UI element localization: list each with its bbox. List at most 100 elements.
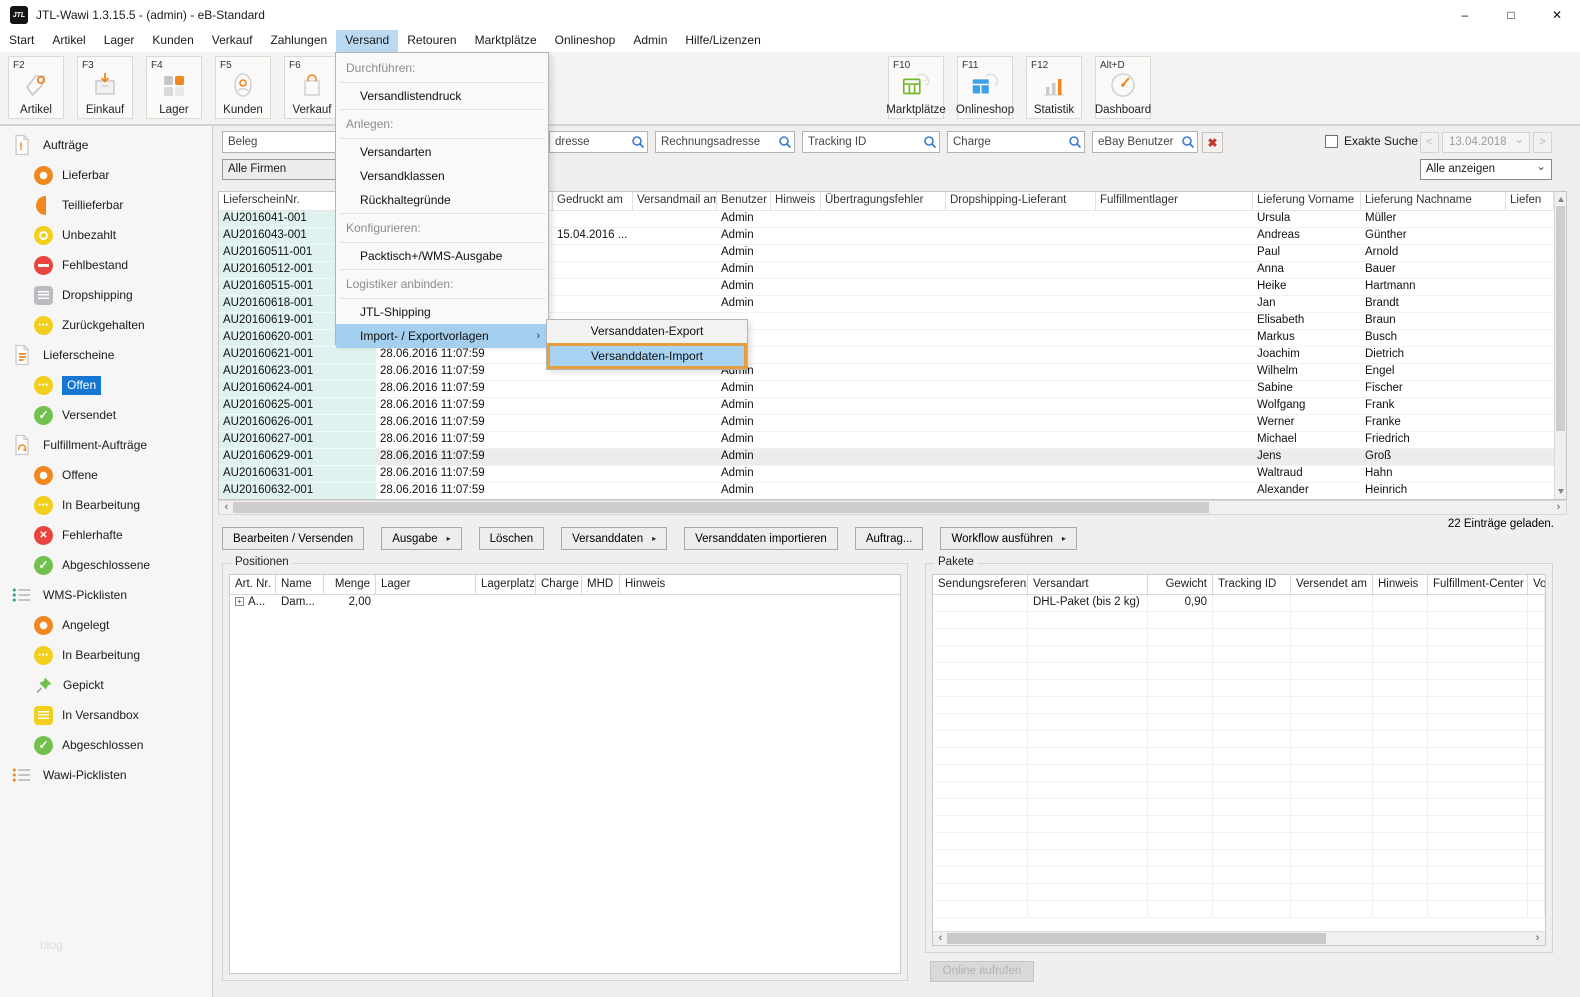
menu-item-versandklassen[interactable]: Versandklassen [336, 164, 548, 188]
table-row[interactable]: AU20160623-00128.06.2016 11:07:59AdminWi… [219, 364, 1554, 381]
toolbar-button-statistik[interactable]: F12Statistik [1026, 56, 1082, 119]
menubar-item-start[interactable]: Start [0, 30, 43, 52]
sidebar-item-abgeschlossene[interactable]: Abgeschlossene [0, 550, 212, 580]
toolbar-button-artikel[interactable]: F2Artikel [8, 56, 64, 119]
vertical-scrollbar-thumb[interactable] [1556, 206, 1565, 431]
positionen-column-lagerplatz[interactable]: Lagerplatz [476, 575, 536, 594]
exakte-suche-checkbox[interactable] [1325, 135, 1338, 148]
column-header-lieferung-vorname[interactable]: Lieferung Vorname [1253, 192, 1361, 210]
positionen-column-charge[interactable]: Charge [536, 575, 582, 594]
action-button-ausgabe[interactable]: Ausgabe▸ [381, 527, 461, 550]
action-button-auftrag[interactable]: Auftrag... [855, 527, 924, 550]
toolbar-button-kunden[interactable]: F5Kunden [215, 56, 271, 119]
minimize-button[interactable]: – [1442, 0, 1488, 30]
toolbar-button-dashboard[interactable]: Alt+DDashboard [1095, 56, 1151, 119]
scroll-left-icon[interactable]: ‹ [934, 932, 947, 945]
sidebar-item-lieferbar[interactable]: Lieferbar [0, 160, 212, 190]
sidebar-item-versendet[interactable]: Versendet [0, 400, 212, 430]
menu-item-rückhaltegründe[interactable]: Rückhaltegründe [336, 188, 548, 212]
sidebar-item-unbezahlt[interactable]: Unbezahlt [0, 220, 212, 250]
menu-item-packtisch-wms-ausgabe[interactable]: Packtisch+/WMS-Ausgabe [336, 244, 548, 268]
date-filter-dropdown[interactable]: 13.04.2018 [1442, 132, 1530, 153]
menubar-item-artikel[interactable]: Artikel [43, 30, 94, 52]
toolbar-button-onlineshop[interactable]: F11Onlineshop [957, 56, 1013, 119]
column-header-versandmail-am[interactable]: Versandmail am [633, 192, 717, 210]
pakete-column-sendungsreferenz[interactable]: Sendungsreferenz [933, 575, 1028, 594]
pakete-row[interactable]: DHL-Paket (bis 2 kg)0,90 [933, 595, 1545, 612]
positionen-column-name[interactable]: Name [276, 575, 324, 594]
sidebar-item-in-bearbeitung[interactable]: In Bearbeitung [0, 640, 212, 670]
table-row[interactable]: AU20160627-00128.06.2016 11:07:59AdminMi… [219, 432, 1554, 449]
action-button-löschen[interactable]: Löschen [479, 527, 544, 550]
menubar-item-retouren[interactable]: Retouren [398, 30, 465, 52]
scroll-down-icon[interactable] [1558, 489, 1564, 494]
clear-filters-button[interactable]: ✖ [1202, 132, 1223, 153]
table-row[interactable]: AU20160625-00128.06.2016 11:07:59AdminWo… [219, 398, 1554, 415]
sidebar-item-in-versandbox[interactable]: In Versandbox [0, 700, 212, 730]
submenu-item-versanddaten-import[interactable]: Versanddaten-Import [547, 343, 747, 369]
scroll-right-icon[interactable]: › [1531, 932, 1544, 945]
sidebar-section-fulfillment-aufträge[interactable]: Fulfillment-Aufträge [0, 430, 212, 460]
pakete-column-gewicht[interactable]: Gewicht [1148, 575, 1213, 594]
column-header-fulfillmentlager[interactable]: Fulfillmentlager [1096, 192, 1253, 210]
positionen-column-menge[interactable]: Menge [324, 575, 376, 594]
anzeigen-filter-dropdown[interactable]: Alle anzeigen [1420, 159, 1552, 180]
sidebar-item-dropshipping[interactable]: Dropshipping [0, 280, 212, 310]
sidebar-section-aufträge[interactable]: !Aufträge [0, 130, 212, 160]
action-button-bearbeiten-versenden[interactable]: Bearbeiten / Versenden [222, 527, 364, 550]
menubar-item-verkauf[interactable]: Verkauf [203, 30, 262, 52]
column-header-hinweis[interactable]: Hinweis [771, 192, 821, 210]
scroll-left-icon[interactable]: ‹ [220, 501, 233, 514]
menubar-item-admin[interactable]: Admin [624, 30, 676, 52]
column-header-benutzer[interactable]: Benutzer [717, 192, 771, 210]
pakete-column-hinweis[interactable]: Hinweis [1373, 575, 1428, 594]
online-aufrufen-button[interactable]: Online aufrufen [930, 961, 1034, 982]
rechnungsadresse-search-input[interactable] [655, 131, 795, 153]
sidebar-item-zurückgehalten[interactable]: Zurückgehalten [0, 310, 212, 340]
scroll-right-icon[interactable]: › [1552, 501, 1565, 514]
menu-item-jtl-shipping[interactable]: JTL-Shipping [336, 300, 548, 324]
submenu-item-versanddaten-export[interactable]: Versanddaten-Export [547, 320, 747, 343]
expand-icon[interactable]: + [235, 597, 244, 606]
action-button-versanddaten-importieren[interactable]: Versanddaten importieren [684, 527, 838, 550]
sidebar-item-offen[interactable]: Offen [0, 370, 212, 400]
date-prev-button[interactable]: < [1420, 132, 1439, 153]
column-header-lieferung-nachname[interactable]: Lieferung Nachname [1361, 192, 1506, 210]
action-button-versanddaten[interactable]: Versanddaten▸ [561, 527, 667, 550]
sidebar-item-offene[interactable]: Offene [0, 460, 212, 490]
menubar-item-lager[interactable]: Lager [95, 30, 144, 52]
menu-item-versandlistendruck[interactable]: Versandlistendruck [336, 84, 548, 108]
horizontal-scrollbar[interactable]: ‹ › [218, 500, 1567, 515]
sidebar-item-gepickt[interactable]: Gepickt [0, 670, 212, 700]
column-header-übertragungsfehler[interactable]: Übertragungsfehler [821, 192, 946, 210]
close-button[interactable]: ✕ [1534, 0, 1580, 30]
menu-item-versandarten[interactable]: Versandarten [336, 140, 548, 164]
table-row[interactable]: AU20160629-00128.06.2016 11:07:59AdminJe… [219, 449, 1554, 466]
toolbar-button-einkauf[interactable]: F3Einkauf [77, 56, 133, 119]
sidebar-section-lieferscheine[interactable]: Lieferscheine [0, 340, 212, 370]
positionen-column-mhd[interactable]: MHD [582, 575, 620, 594]
pakete-column-versendet-am[interactable]: Versendet am [1291, 575, 1373, 594]
vertical-scrollbar[interactable] [1554, 191, 1567, 500]
sidebar-item-fehlerhafte[interactable]: Fehlerhafte [0, 520, 212, 550]
menubar-item-hilfe-lizenzen[interactable]: Hilfe/Lizenzen [676, 30, 769, 52]
pakete-column-fulfillment-center[interactable]: Fulfillment-Center [1428, 575, 1528, 594]
menubar-item-marktplätze[interactable]: Marktplätze [466, 30, 546, 52]
menu-item-import-exportvorlagen[interactable]: Import- / Exportvorlagen› [336, 324, 548, 348]
sidebar-item-in-bearbeitung[interactable]: In Bearbeitung [0, 490, 212, 520]
table-row[interactable]: AU20160624-00128.06.2016 11:07:59AdminSa… [219, 381, 1554, 398]
table-row[interactable]: AU20160621-00128.06.2016 11:07:59Joachim… [219, 347, 1554, 364]
menubar-item-versand[interactable]: Versand [336, 30, 398, 52]
toolbar-button-verkauf[interactable]: F6Verkauf [284, 56, 340, 119]
pakete-horizontal-scrollbar[interactable]: ‹ › [933, 931, 1545, 945]
maximize-button[interactable]: □ [1488, 0, 1534, 30]
positionen-column-lager[interactable]: Lager [376, 575, 476, 594]
sidebar-item-angelegt[interactable]: Angelegt [0, 610, 212, 640]
menubar-item-kunden[interactable]: Kunden [143, 30, 202, 52]
toolbar-button-lager[interactable]: F4Lager [146, 56, 202, 119]
charge-search-input[interactable] [947, 131, 1085, 153]
table-row[interactable]: AU20160631-00128.06.2016 11:07:59AdminWa… [219, 466, 1554, 483]
sidebar-item-teillieferbar[interactable]: Teillieferbar [0, 190, 212, 220]
pakete-column-vor-liefer[interactable]: Vor. Liefer [1528, 575, 1545, 594]
pakete-scrollbar-thumb[interactable] [947, 933, 1326, 944]
